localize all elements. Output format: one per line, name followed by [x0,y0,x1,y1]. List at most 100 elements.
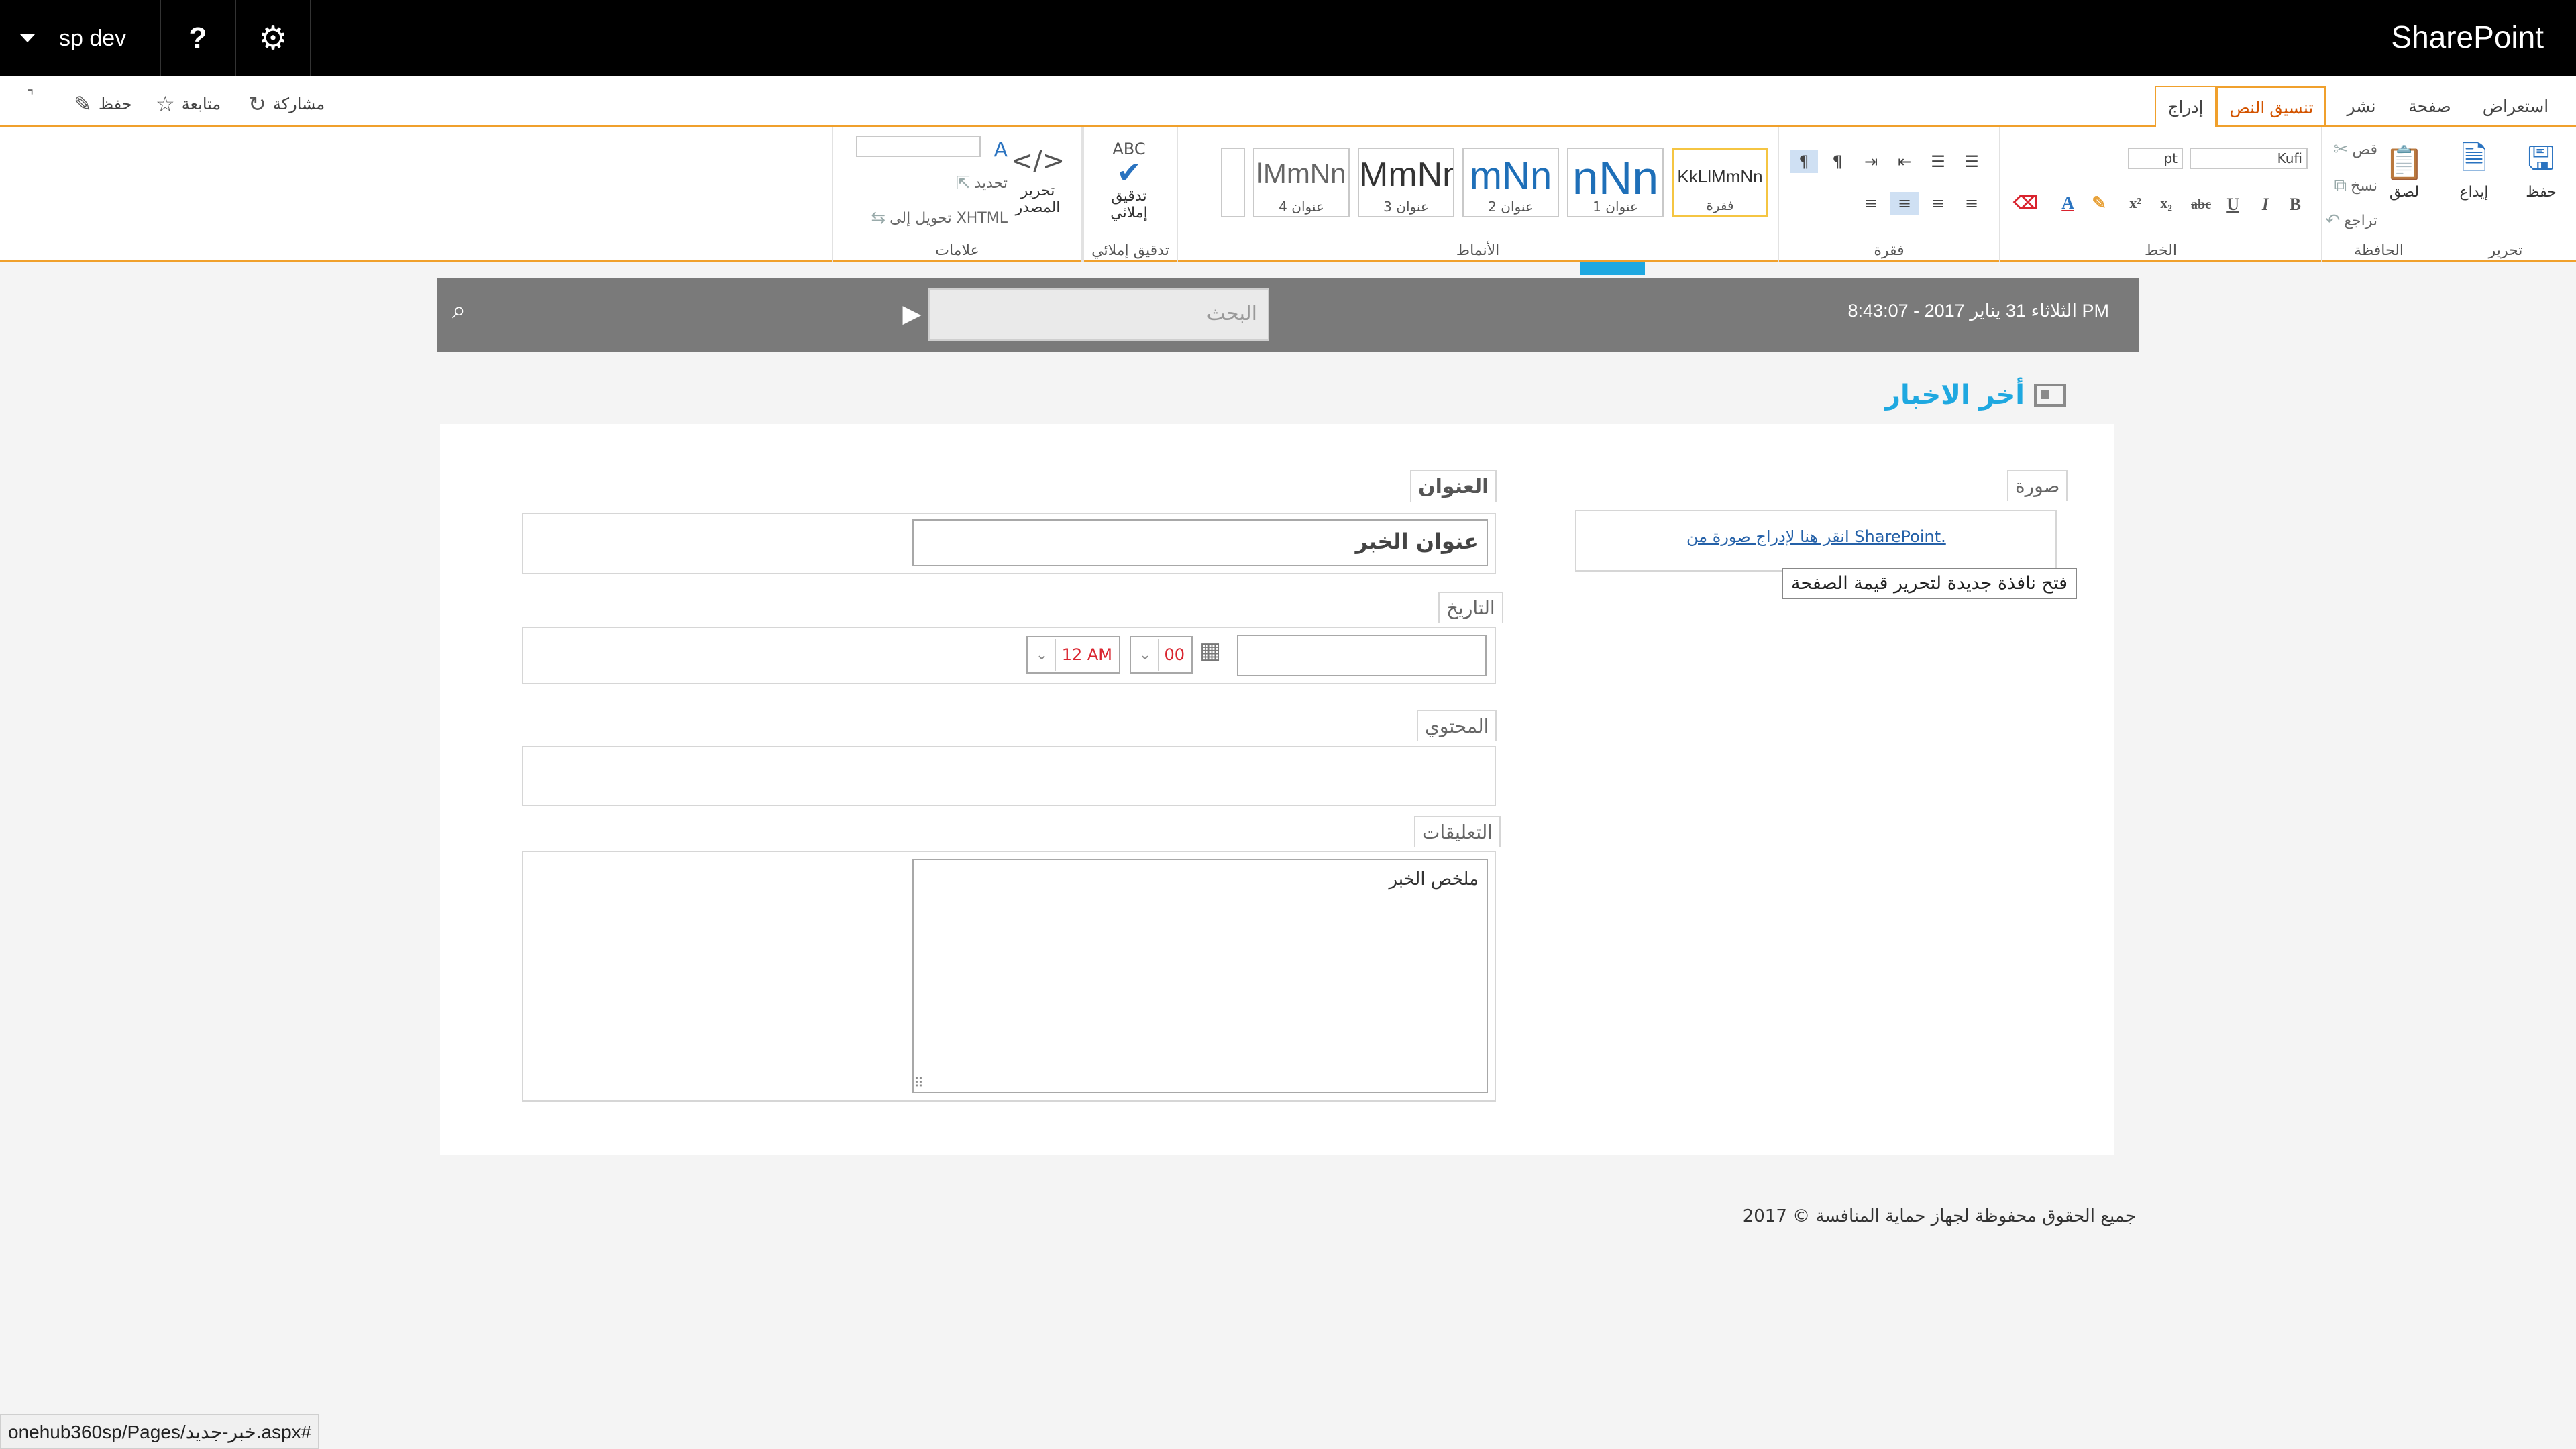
ribbon-group-markup: </> تحرير المصدر A ⇱ تحديد ⇆ تحويل إلى X… [832,127,1083,262]
ribbon-group-styles-label: الأنماط [1456,242,1500,259]
tab-page[interactable]: صفحة [2396,86,2463,127]
comments-field-container: ملخص الخبر ⠿ [522,851,1496,1102]
ltr-icon[interactable]: ¶ [1823,150,1851,173]
styles-more-button[interactable] [1221,148,1245,217]
search-input[interactable]: البحث [928,288,1269,341]
style-label: عنوان 1 [1593,199,1638,215]
ribbon-group-clipboard-label: الحافظة [2353,242,2404,259]
ribbon-save-button[interactable]: 🖫 حفظ [2520,140,2563,201]
subscript-button[interactable]: x₂ [2160,195,2172,212]
youtube-icon[interactable]: ▶ [903,301,920,327]
align-center-icon[interactable]: ≡ [1924,192,1952,215]
focus-content-button[interactable]: ⌝ [27,87,34,105]
ribbon-group-markup-label: علامات [935,242,979,259]
site-menu[interactable]: sp dev [0,0,161,76]
ribbon-checkin-button[interactable]: 🗎 إيداع [2453,139,2496,201]
content-input[interactable] [522,746,1496,806]
style-sample: KkLlMmNn [1677,166,1763,186]
superscript-button[interactable]: x² [2129,195,2141,212]
strikethrough-button[interactable]: abc [2191,197,2211,213]
ribbon-scroll-indicator [1580,262,1645,275]
top-banner: الثلاثاء 31 يناير 2017 - 8:43:07 PM f 🐦︎… [437,278,2139,352]
status-bar-url: onehub360sp/Pages/خبر-جديد.aspx# [0,1414,320,1449]
code-edit-icon: </> [1010,146,1065,176]
style-paragraph[interactable]: KkLlMmNn فقرة [1672,148,1768,217]
settings-button[interactable]: ⚙ [236,0,311,76]
comments-textarea[interactable]: ملخص الخبر [912,859,1488,1093]
help-button[interactable]: ? [161,0,236,76]
indent-decrease-icon[interactable]: ⇤ [1890,150,1919,173]
spelling-button[interactable]: ABC ✔ تدقيق إملائي [1099,140,1159,221]
list-numbered-icon[interactable]: ☰ [1957,150,1986,173]
save-edit-icon: ✎ [74,92,92,116]
tab-format-text[interactable]: تنسيق النص [2216,86,2326,129]
ribbon-group-spelling-label: تدقيق إملائي [1091,242,1169,259]
style-heading-2[interactable]: mNn عنوان 2 [1462,148,1559,217]
style-label: عنوان 3 [1383,199,1429,215]
style-heading-4[interactable]: lMmNn عنوان 4 [1253,148,1350,217]
style-heading-1[interactable]: nNn عنوان 1 [1567,148,1664,217]
font-size-select[interactable]: pt [2128,148,2183,169]
comments-label: التعليقات [1414,816,1501,847]
cut-button[interactable]: ✂ قص [2334,140,2377,160]
title-input[interactable]: عنوان الخبر [912,519,1488,566]
hour-chevron-down-icon[interactable]: ⌄ [1029,639,1056,671]
edit-source-button[interactable]: </> تحرير المصدر [1008,140,1068,216]
save-action[interactable]: ✎ حفظ [74,91,132,117]
share-label: مشاركة [272,95,325,113]
resize-handle-icon[interactable]: ⠿ [914,1075,924,1091]
align-right-icon[interactable]: ≡ [1957,192,1986,215]
ribbon-tabs-row: استعراض صفحة نشر تنسيق النص إدراج ↻ مشار… [0,76,2576,129]
undo-button[interactable]: ↶ تراجع [2326,211,2377,231]
align-justify-icon[interactable]: ≡ [1890,192,1919,215]
site-name: sp dev [59,25,127,51]
rtl-icon[interactable]: ¶ [1790,150,1818,173]
date-input[interactable] [1237,635,1487,676]
checkin-icon: 🗎 [2461,139,2487,177]
highlight-color-icon[interactable]: ✎ [2092,193,2106,213]
style-label: فقرة [1706,197,1734,213]
bold-button[interactable]: B [2290,195,2301,215]
list-bullets-icon[interactable]: ☰ [1924,150,1952,173]
undo-label: تراجع [2344,212,2377,229]
style-label: عنوان 2 [1488,199,1534,215]
select-label: تحديد [974,174,1008,192]
underline-button[interactable]: U [2226,195,2239,215]
font-size-value: pt [2163,150,2178,166]
indent-increase-icon[interactable]: ⇥ [1857,150,1885,173]
italic-button[interactable]: I [2262,195,2269,215]
current-datetime: الثلاثاء 31 يناير 2017 - 8:43:07 PM [1847,301,2109,321]
select-button[interactable]: ⇱ تحديد [956,173,1008,193]
tab-publish[interactable]: نشر [2334,86,2388,127]
copy-label: نسخ [2351,178,2377,195]
insert-image-link[interactable]: انقر هنا لإدراج صورة من SharePoint. [1686,527,1946,546]
save-label: حفظ [98,95,132,113]
brand-title[interactable]: SharePoint [2391,19,2544,55]
tab-insert[interactable]: إدراج [2155,86,2216,127]
copy-button[interactable]: ⧉ نسخ [2334,176,2377,197]
follow-action[interactable]: ☆ متابعة [156,91,221,117]
ribbon-group-font: Kufi pt B I U abc x₂ x² ✎ A ⌫ الخط [1999,127,2321,262]
convert-xhtml-button[interactable]: ⇆ تحويل إلى XHTML [871,208,1008,228]
ribbon-group-font-label: الخط [2145,242,2177,259]
minutes-chevron-down-icon[interactable]: ⌄ [1132,639,1159,671]
tab-browse[interactable]: استعراض [2475,86,2556,127]
style-label: عنوان 4 [1279,199,1324,215]
follow-label: متابعة [181,95,221,113]
search-icon[interactable]: ⌕ [452,297,466,325]
share-action[interactable]: ↻ مشاركة [248,91,325,117]
font-color-icon[interactable]: A [2061,193,2074,213]
style-sample: MmNn [1359,156,1454,195]
title-field-container: عنوان الخبر [522,513,1496,574]
paste-button[interactable]: 📋 لصق [2383,141,2426,201]
language-icon[interactable]: A [994,138,1008,162]
paste-label: لصق [2389,184,2420,201]
align-left-icon[interactable]: ≡ [1857,192,1885,215]
markup-style-select[interactable] [856,136,981,157]
calendar-icon[interactable]: ▦ [1199,637,1221,664]
font-name-select[interactable]: Kufi [2190,148,2308,169]
content-label: المحتوي [1417,710,1497,741]
style-heading-3[interactable]: MmNn عنوان 3 [1358,148,1454,217]
ribbon-group-paragraph-label: فقرة [1874,242,1904,259]
clear-format-icon[interactable]: ⌫ [2013,193,2038,213]
